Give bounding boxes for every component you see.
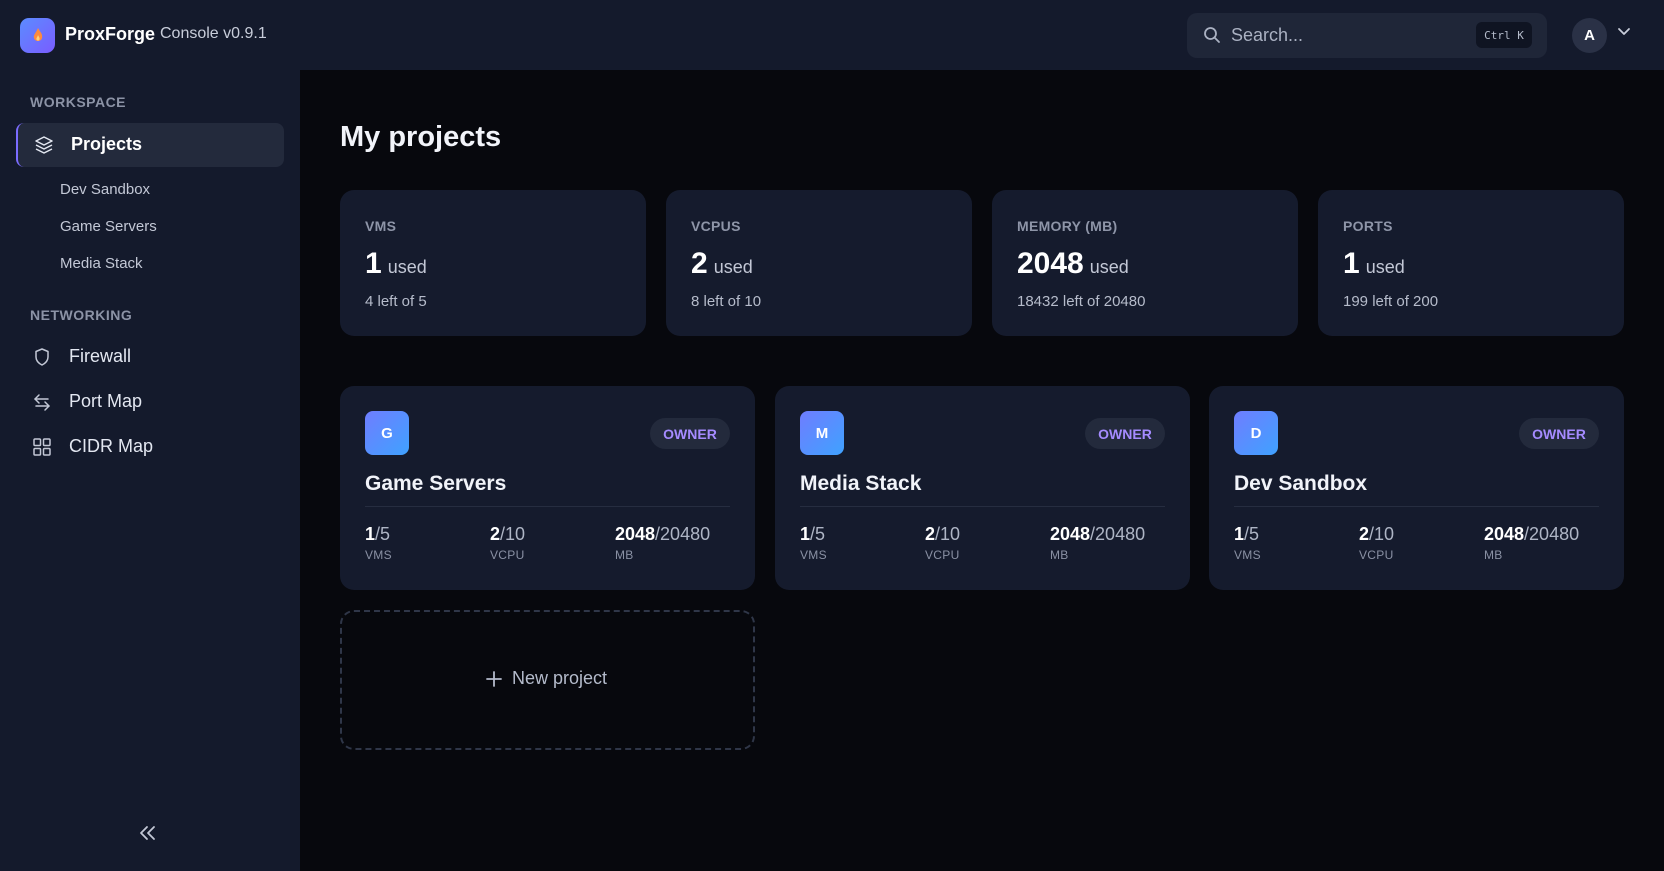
metric-memory: 2048/20480 MB <box>1484 524 1580 562</box>
networking-section-label: NETWORKING <box>30 307 133 323</box>
divider <box>1234 506 1599 507</box>
stat-card-vms: VMS 1 used 4 left of 5 <box>340 190 646 336</box>
metric-memory: 2048/20480 MB <box>1050 524 1146 562</box>
project-avatar: G <box>365 411 409 455</box>
stat-label: VMS <box>365 218 397 234</box>
project-card-media-stack[interactable]: M OWNER Media Stack 1/5 VMS 2/10 VCPU 20… <box>775 386 1190 590</box>
workspace-section-label: WORKSPACE <box>30 94 127 110</box>
project-avatar: M <box>800 411 844 455</box>
sidebar-item-firewall[interactable]: Firewall <box>16 335 284 379</box>
stat-remaining: 4 left of 5 <box>365 293 427 310</box>
collapse-sidebar-icon[interactable] <box>139 825 157 841</box>
plus-icon <box>486 670 502 687</box>
project-avatar: D <box>1234 411 1278 455</box>
search-input[interactable]: Search... Ctrl K <box>1187 13 1547 58</box>
stat-remaining: 199 left of 200 <box>1343 293 1439 310</box>
layers-icon <box>35 136 53 154</box>
role-badge: OWNER <box>1085 418 1165 449</box>
top-bar: ProxForge Console v0.9.1 Search... Ctrl … <box>0 0 1664 70</box>
metric-vcpu: 2/10 VCPU <box>925 524 961 562</box>
stat-value: 2048 used <box>1017 247 1129 280</box>
sidebar-item-port-map[interactable]: Port Map <box>16 380 284 424</box>
new-project-button[interactable]: New project <box>340 610 755 750</box>
search-shortcut: Ctrl K <box>1476 22 1532 48</box>
stat-value: 2 used <box>691 247 753 280</box>
grid-icon <box>33 438 51 456</box>
sidebar-item-label: Port Map <box>69 391 143 411</box>
metric-vms: 1/5 VMS <box>1234 524 1261 562</box>
app-logo[interactable] <box>20 18 55 53</box>
sidebar-item-label: Firewall <box>69 346 132 366</box>
sidebar-item-cidr-map[interactable]: CIDR Map <box>16 425 284 469</box>
metric-vms: 1/5 VMS <box>365 524 392 562</box>
stat-value: 1 used <box>365 247 427 280</box>
metric-vms: 1/5 VMS <box>800 524 827 562</box>
arrows-swap-icon <box>34 394 50 411</box>
divider <box>365 506 730 507</box>
sidebar-item-label: CIDR Map <box>69 436 154 456</box>
stat-remaining: 18432 left of 20480 <box>1017 293 1146 310</box>
stat-card-ports: PORTS 1 used 199 left of 200 <box>1318 190 1624 336</box>
project-name: Dev Sandbox <box>1234 472 1368 495</box>
chevron-down-icon[interactable] <box>1617 27 1631 37</box>
new-project-content: New project <box>486 668 607 689</box>
page-title: My projects <box>340 121 502 153</box>
project-card-game-servers[interactable]: G OWNER Game Servers 1/5 VMS 2/10 VCPU 2… <box>340 386 755 590</box>
stat-value: 1 used <box>1343 247 1405 280</box>
stat-label: MEMORY (MB) <box>1017 218 1118 234</box>
metric-vcpu: 2/10 VCPU <box>490 524 526 562</box>
project-name: Game Servers <box>365 472 507 495</box>
role-badge: OWNER <box>650 418 730 449</box>
search-icon <box>1204 27 1220 43</box>
shield-icon <box>35 348 49 366</box>
metric-vcpu: 2/10 VCPU <box>1359 524 1395 562</box>
stat-label: VCPUS <box>691 218 741 234</box>
flame-icon <box>33 27 42 41</box>
project-card-dev-sandbox[interactable]: D OWNER Dev Sandbox 1/5 VMS 2/10 VCPU 20… <box>1209 386 1624 590</box>
metric-memory: 2048/20480 MB <box>615 524 711 562</box>
sidebar: WORKSPACE Projects Dev Sandbox Game Serv… <box>0 70 300 871</box>
sidebar-project-media-stack[interactable]: Media Stack <box>60 255 143 272</box>
project-name: Media Stack <box>800 472 922 495</box>
role-badge: OWNER <box>1519 418 1599 449</box>
search-placeholder: Search... <box>1231 25 1304 45</box>
stat-label: PORTS <box>1343 218 1393 234</box>
sidebar-item-projects[interactable]: Projects <box>16 123 284 167</box>
app-version: Console v0.9.1 <box>160 25 267 42</box>
user-avatar[interactable]: A <box>1572 18 1607 53</box>
stat-card-vcpus: VCPUS 2 used 8 left of 10 <box>666 190 972 336</box>
sidebar-project-dev-sandbox[interactable]: Dev Sandbox <box>60 181 150 198</box>
stat-remaining: 8 left of 10 <box>691 293 762 310</box>
sidebar-item-label: Projects <box>71 134 143 154</box>
stat-card-memory: MEMORY (MB) 2048 used 18432 left of 20480 <box>992 190 1298 336</box>
divider <box>800 506 1165 507</box>
new-project-label: New project <box>512 668 608 688</box>
sidebar-project-game-servers[interactable]: Game Servers <box>60 218 157 235</box>
brand-name: ProxForge <box>65 24 156 44</box>
